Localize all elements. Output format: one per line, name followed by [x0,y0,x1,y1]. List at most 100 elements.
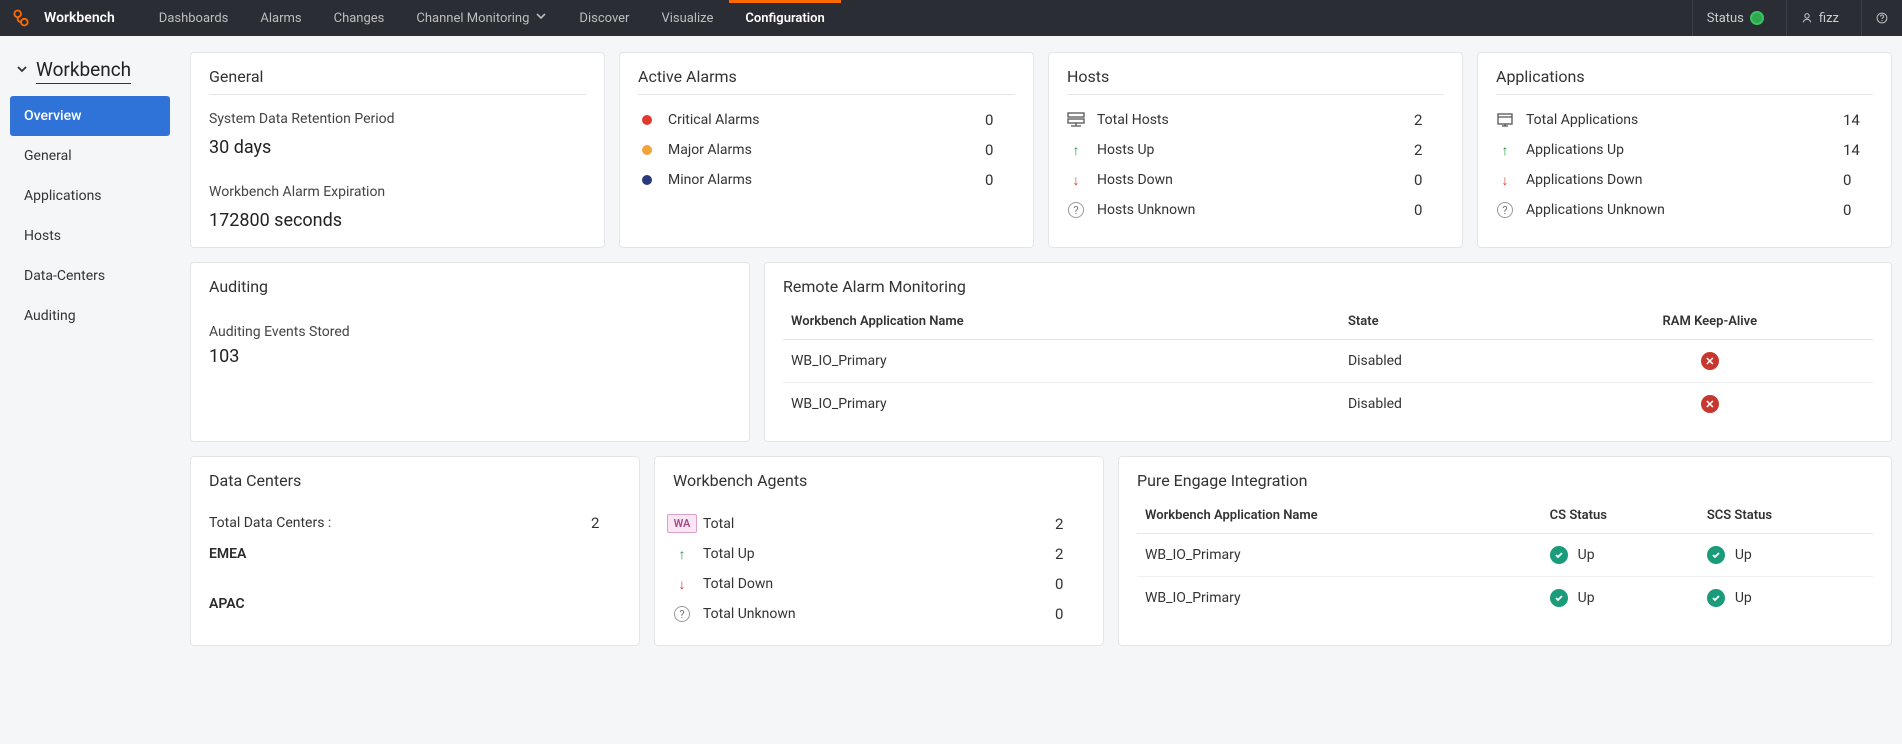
apps-unknown-value: 0 [1843,201,1873,219]
apps-down-value: 0 [1843,171,1873,189]
hosts-down-value: 0 [1414,171,1444,189]
hosts-unknown-value: 0 [1414,201,1444,219]
nav-channel-monitoring-label: Channel Monitoring [416,11,529,26]
hosts-total-icon [1067,111,1085,129]
nav-dashboards[interactable]: Dashboards [143,0,245,36]
apps-up-label: Applications Up [1526,142,1831,158]
wa-badge-icon: WA [667,514,698,533]
auditing-events-label: Auditing Events Stored [209,324,731,340]
apps-total-label: Total Applications [1526,112,1831,128]
card-title: Pure Engage Integration [1137,471,1873,490]
status-ok-icon [1750,11,1764,25]
card-data-centers: Data Centers Total Data Centers : 2 EMEA… [190,456,640,646]
check-circle-icon [1707,589,1725,607]
status-dropdown[interactable]: Status [1693,0,1786,36]
pei-table: Workbench Application Name CS Status SCS… [1137,498,1873,619]
arrow-up-icon: ↑ [673,546,691,563]
sidebar-item-auditing[interactable]: Auditing [10,296,170,336]
card-applications: Applications Total Applications 14 ↑ App… [1477,52,1892,248]
ram-state: Disabled [1340,340,1547,383]
help-button[interactable] [1862,0,1902,36]
major-alarms-value: 0 [985,141,1015,159]
sidebar-title[interactable]: Workbench [36,58,131,84]
table-row: WB_IO_Primary Up Up [1137,534,1873,577]
nav-channel-monitoring[interactable]: Channel Monitoring [400,0,563,36]
critical-alarms-value: 0 [985,111,1015,129]
hosts-total-value: 2 [1414,111,1444,129]
chevron-down-icon [535,10,547,26]
card-title: Workbench Agents [673,471,1085,490]
ram-app-name: WB_IO_Primary [783,340,1340,383]
card-title: Hosts [1067,67,1444,86]
card-hosts: Hosts Total Hosts 2 ↑ Hosts Up 2 ↓ Hosts… [1048,52,1463,248]
hosts-total-label: Total Hosts [1097,112,1402,128]
status-label: Status [1707,11,1744,26]
ram-col-keepalive: RAM Keep-Alive [1547,304,1873,340]
alarm-expiration-value: 172800 seconds [209,210,586,231]
retention-label: System Data Retention Period [209,111,586,127]
major-dot-icon [642,145,652,155]
agents-up-value: 2 [1055,545,1085,563]
cs-status: Up [1578,547,1595,563]
apps-unknown-label: Applications Unknown [1526,202,1831,218]
table-row: WB_IO_Primary Disabled ✕ [783,340,1873,383]
critical-alarms-label: Critical Alarms [668,112,973,128]
table-row: WB_IO_Primary Disabled ✕ [783,383,1873,426]
minor-alarms-label: Minor Alarms [668,172,973,188]
scs-status: Up [1735,590,1752,606]
check-circle-icon [1550,589,1568,607]
nav-visualize[interactable]: Visualize [645,0,729,36]
agents-total-value: 2 [1055,515,1085,533]
agents-up-label: Total Up [703,546,1043,562]
sidebar-item-data-centers[interactable]: Data-Centers [10,256,170,296]
check-circle-icon [1707,546,1725,564]
arrow-up-icon: ↑ [1496,142,1514,159]
user-name: fizz [1819,11,1839,26]
card-general: General System Data Retention Period 30 … [190,52,605,248]
arrow-down-icon: ↓ [1496,172,1514,189]
minor-alarms-value: 0 [985,171,1015,189]
pei-col-cs: CS Status [1542,498,1699,534]
sidebar-item-overview[interactable]: Overview [10,96,170,136]
dc-region-apac: APAC [209,588,621,620]
table-row: WB_IO_Primary Up Up [1137,577,1873,620]
nav-configuration[interactable]: Configuration [729,0,840,36]
sidebar-item-hosts[interactable]: Hosts [10,216,170,256]
question-circle-icon: ? [1067,202,1085,218]
card-title: General [209,67,586,86]
nav-changes[interactable]: Changes [318,0,401,36]
hosts-up-value: 2 [1414,141,1444,159]
question-circle-icon: ? [673,606,691,622]
apps-total-icon [1496,111,1514,129]
pei-col-app: Workbench Application Name [1137,498,1542,534]
card-remote-alarm-monitoring: Remote Alarm Monitoring Workbench Applic… [764,262,1892,442]
agents-down-value: 0 [1055,575,1085,593]
brand-name: Workbench [44,10,115,26]
chevron-down-icon[interactable] [16,63,28,79]
ram-col-app: Workbench Application Name [783,304,1340,340]
sidebar-item-general[interactable]: General [10,136,170,176]
agents-down-label: Total Down [703,576,1043,592]
user-menu[interactable]: fizz [1787,0,1861,36]
alarm-expiration-label: Workbench Alarm Expiration [209,184,586,200]
user-icon [1801,12,1813,24]
scs-status: Up [1735,547,1752,563]
hosts-down-label: Hosts Down [1097,172,1402,188]
error-circle-icon: ✕ [1701,395,1719,413]
card-workbench-agents: Workbench Agents WA Total 2 ↑ Total Up 2… [654,456,1104,646]
nav-discover[interactable]: Discover [563,0,645,36]
pei-app-name: WB_IO_Primary [1137,534,1542,577]
dc-region-emea: EMEA [209,538,621,570]
card-title: Applications [1496,67,1873,86]
card-title: Data Centers [209,471,621,490]
major-alarms-label: Major Alarms [668,142,973,158]
card-pure-engage-integration: Pure Engage Integration Workbench Applic… [1118,456,1892,646]
card-title: Auditing [209,277,731,296]
dc-total-label: Total Data Centers : [209,515,579,531]
sidebar-item-applications[interactable]: Applications [10,176,170,216]
ram-state: Disabled [1340,383,1547,426]
nav-alarms[interactable]: Alarms [244,0,317,36]
question-circle-icon: ? [1496,202,1514,218]
brand-logo-icon [8,5,34,31]
retention-value: 30 days [209,137,586,158]
